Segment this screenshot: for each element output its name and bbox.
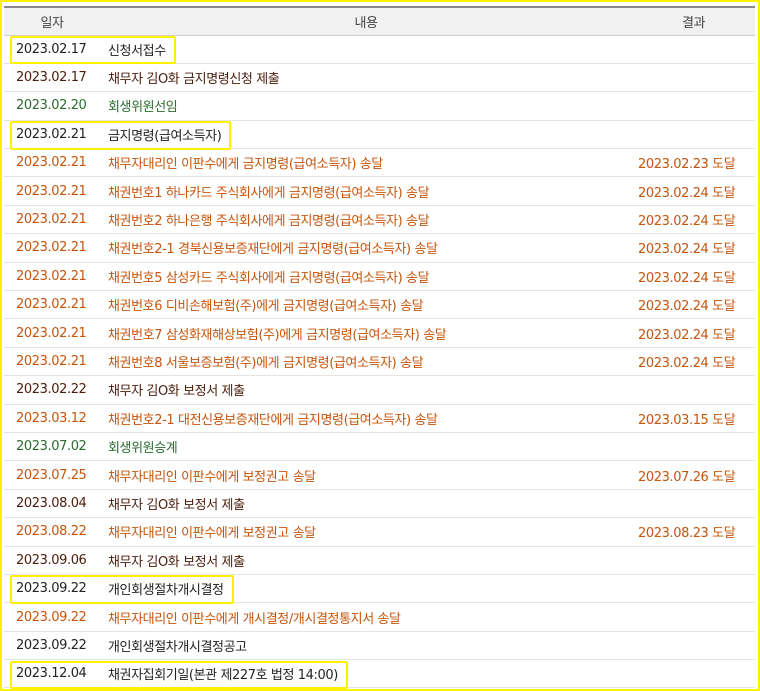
row-content: 채무자대리인 이판수에게 금지명령(급여소득자) 송달 [100,148,632,178]
table-row: 2023.02.21 채권번호5 삼성카드 주식회사에게 금지명령(급여소득자) … [4,262,755,292]
table-row: 2023.02.21 채무자대리인 이판수에게 금지명령(급여소득자) 송달 202… [4,148,755,178]
table-row: 2023.02.17 신청서접수 [4,35,755,64]
row-result: 2023.02.23 도달 [632,148,755,178]
row-date: 2023.02.21 [4,120,100,150]
row-content: 채권번호2-1 대전신용보증재단에게 금지명령(급여소득자) 송달 [100,404,632,433]
row-result: 2023.03.15 도달 [632,404,755,433]
row-date: 2023.02.21 [4,205,100,235]
row-content: 채무자 김O화 금지명령신청 제출 [100,63,632,93]
table-row: 2023.09.22 개인회생절차개시결정 [4,574,755,604]
row-date: 2023.02.21 [4,233,100,263]
table-row: 2023.08.04 채무자 김O화 보정서 제출 [4,489,755,519]
row-result: 2023.02.24 도달 [632,347,755,377]
row-result: 2023.07.26 도달 [632,460,755,490]
row-content: 채무자 김O화 보정서 제출 [100,546,632,575]
header-date: 일자 [4,6,100,36]
row-content: 신청서접수 [100,35,632,64]
row-result [632,574,755,604]
row-date: 2023.03.12 [4,404,100,433]
row-content: 금지명령(급여소득자) [100,120,632,150]
row-result: 2023.02.24 도달 [632,205,755,235]
row-content: 채권번호1 하나카드 주식회사에게 금지명령(급여소득자) 송달 [100,176,632,206]
row-date: 2023.08.22 [4,517,100,547]
table-row: 2023.02.21 채권번호2-1 경북신용보증재단에게 금지명령(급여소득자)… [4,233,755,263]
row-result: 2023.02.24 도달 [632,262,755,292]
table-row: 2023.09.06 채무자 김O화 보정서 제출 [4,546,755,575]
row-content: 채권번호2-1 경북신용보증재단에게 금지명령(급여소득자) 송달 [100,233,632,263]
table-row: 2023.09.22 채무자대리인 이판수에게 개시결정/개시결정통지서 송달 [4,602,755,632]
row-result [632,546,755,575]
table-row: 2023.02.21 채권번호1 하나카드 주식회사에게 금지명령(급여소득자) … [4,176,755,206]
table-row: 2023.02.22 채무자 김O화 보정서 제출 [4,375,755,405]
row-result [632,659,755,689]
row-result [632,489,755,519]
case-progress-table: 일자 내용 결과 2023.02.17 신청서접수 2023.02.17 채무자 김O… [4,6,755,689]
table-header-row: 일자 내용 결과 [4,6,755,36]
row-date: 2023.02.21 [4,290,100,320]
table-row: 2023.02.20 회생위원선임 [4,91,755,121]
row-date: 2023.08.04 [4,489,100,519]
row-result [632,432,755,462]
row-date: 2023.02.20 [4,91,100,121]
row-date: 2023.12.04 [4,659,100,689]
row-result [632,35,755,64]
row-date: 2023.02.22 [4,375,100,405]
row-date: 2023.02.21 [4,148,100,178]
row-date: 2023.02.21 [4,347,100,377]
row-content: 채권번호2 하나은행 주식회사에게 금지명령(급여소득자) 송달 [100,205,632,235]
row-content: 채권번호7 삼성화재해상보험(주)에게 금지명령(급여소득자) 송달 [100,318,632,348]
row-result [632,63,755,93]
row-result: 2023.02.24 도달 [632,318,755,348]
row-result [632,631,755,661]
row-content: 채권자집회기일(본관 제227호 법정 14:00) [100,659,632,689]
table-row: 2023.09.22 개인회생절차개시결정공고 [4,631,755,661]
row-date: 2023.02.21 [4,318,100,348]
row-content: 채권번호8 서울보증보험(주)에게 금지명령(급여소득자) 송달 [100,347,632,377]
header-content: 내용 [100,6,632,36]
row-content: 채무자 김O화 보정서 제출 [100,489,632,519]
row-content: 개인회생절차개시결정 [100,574,632,604]
row-content: 채무자대리인 이판수에게 개시결정/개시결정통지서 송달 [100,602,632,632]
row-result: 2023.08.23 도달 [632,517,755,547]
row-content: 채권번호6 디비손해보험(주)에게 금지명령(급여소득자) 송달 [100,290,632,320]
row-date: 2023.02.17 [4,35,100,64]
row-content: 개인회생절차개시결정공고 [100,631,632,661]
table-row: 2023.12.04 채권자집회기일(본관 제227호 법정 14:00) [4,659,755,689]
header-result: 결과 [632,6,755,36]
row-date: 2023.09.06 [4,546,100,575]
row-date: 2023.02.17 [4,63,100,93]
row-result [632,375,755,405]
row-content: 회생위원선임 [100,91,632,121]
row-result [632,91,755,121]
row-result: 2023.02.24 도달 [632,290,755,320]
row-content: 채권번호5 삼성카드 주식회사에게 금지명령(급여소득자) 송달 [100,262,632,292]
row-result [632,120,755,150]
table-row: 2023.02.17 채무자 김O화 금지명령신청 제출 [4,63,755,93]
table-row: 2023.03.12 채권번호2-1 대전신용보증재단에게 금지명령(급여소득자)… [4,404,755,433]
table-row: 2023.08.22 채무자대리인 이판수에게 보정권고 송달 2023.08.23… [4,517,755,547]
table-row: 2023.02.21 채권번호7 삼성화재해상보험(주)에게 금지명령(급여소득자… [4,318,755,348]
table-row: 2023.07.25 채무자대리인 이판수에게 보정권고 송달 2023.07.26… [4,460,755,490]
table-row: 2023.02.21 채권번호6 디비손해보험(주)에게 금지명령(급여소득자) … [4,290,755,320]
table-row: 2023.02.21 채권번호2 하나은행 주식회사에게 금지명령(급여소득자) … [4,205,755,235]
row-result: 2023.02.24 도달 [632,176,755,206]
table-row: 2023.02.21 채권번호8 서울보증보험(주)에게 금지명령(급여소득자) … [4,347,755,377]
row-content: 채무자대리인 이판수에게 보정권고 송달 [100,460,632,490]
row-content: 채무자대리인 이판수에게 보정권고 송달 [100,517,632,547]
row-date: 2023.09.22 [4,602,100,632]
row-result [632,602,755,632]
row-date: 2023.09.22 [4,574,100,604]
row-result: 2023.02.24 도달 [632,233,755,263]
row-date: 2023.02.21 [4,262,100,292]
row-date: 2023.07.02 [4,432,100,462]
row-date: 2023.09.22 [4,631,100,661]
row-date: 2023.02.21 [4,176,100,206]
table-row: 2023.02.21 금지명령(급여소득자) [4,120,755,150]
table-row: 2023.07.02 회생위원승계 [4,432,755,462]
row-content: 채무자 김O화 보정서 제출 [100,375,632,405]
row-date: 2023.07.25 [4,460,100,490]
row-content: 회생위원승계 [100,432,632,462]
